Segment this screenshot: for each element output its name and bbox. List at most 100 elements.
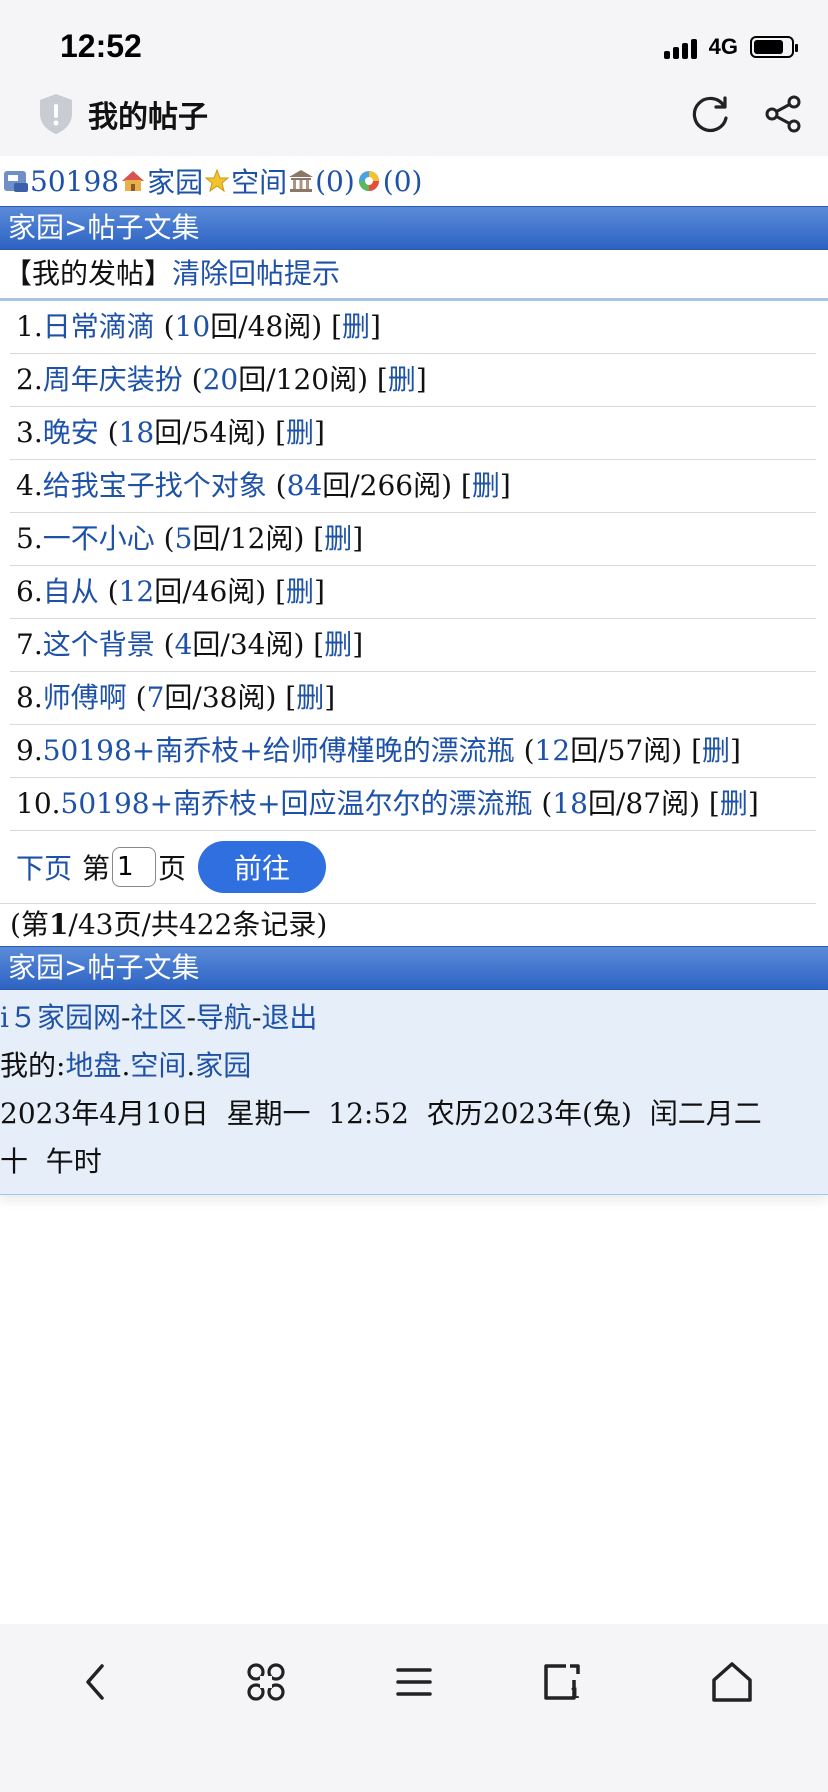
record-summary: (第1/43页/共422条记录) <box>0 904 828 946</box>
site-link[interactable]: i５家园网 <box>0 1001 121 1034</box>
post-reply-count[interactable]: 12 <box>119 575 155 608</box>
post-read-count: 回/38阅) <box>164 681 277 714</box>
post-row: 4.给我宝子找个对象 (84回/266阅) [删] <box>10 460 816 513</box>
post-title-link[interactable]: 50198+南乔枝+回应温尔尔的漂流瓶 <box>61 787 533 820</box>
post-reply-count[interactable]: 5 <box>175 522 193 555</box>
clear-reply-hint-link[interactable]: 清除回帖提示 <box>172 257 340 290</box>
post-row: 5.一不小心 (5回/12阅) [删] <box>10 513 816 566</box>
section-subtitle: 【我的发帖】清除回帖提示 <box>0 250 828 301</box>
post-row: 6.自从 (12回/46阅) [删] <box>10 566 816 619</box>
home-footer-link[interactable]: 家园 <box>195 1049 251 1082</box>
post-reply-count[interactable]: 10 <box>175 310 211 343</box>
delete-post-link[interactable]: 删 <box>286 575 314 608</box>
user-id-link[interactable]: 50198 <box>30 165 119 198</box>
post-number: 9. <box>16 734 43 767</box>
signal-icon <box>663 35 697 59</box>
post-row: 1.日常滴滴 (10回/48阅) [删] <box>10 301 816 354</box>
post-row: 9.50198+南乔枝+给师傅槿晚的漂流瓶 (12回/57阅) [删] <box>10 725 816 778</box>
delete-post-link[interactable]: 删 <box>720 787 748 820</box>
post-reply-count[interactable]: 4 <box>175 628 193 661</box>
post-title-link[interactable]: 50198+南乔枝+给师傅槿晚的漂流瓶 <box>43 734 515 767</box>
post-title-link[interactable]: 晚安 <box>43 416 99 449</box>
page-prefix: 第 <box>82 852 111 885</box>
community-link[interactable]: 社区 <box>130 1001 186 1034</box>
menu-icon[interactable] <box>386 1654 442 1710</box>
my-posts-label: 【我的发帖】 <box>4 257 173 290</box>
post-number: 5. <box>16 522 43 555</box>
post-reply-count[interactable]: 18 <box>552 787 588 820</box>
share-icon[interactable] <box>760 90 808 138</box>
apps-icon[interactable] <box>238 1654 294 1710</box>
delete-post-link[interactable]: 删 <box>702 734 730 767</box>
post-number: 3. <box>16 416 43 449</box>
post-title-link[interactable]: 日常滴滴 <box>43 310 155 343</box>
footer: i５家园网-社区-导航-退出 我的:地盘.空间.家园 2023年4月10日 星期… <box>0 990 828 1195</box>
logout-link[interactable]: 退出 <box>261 1001 317 1034</box>
space-link[interactable]: 空间 <box>231 161 287 201</box>
post-list: 1.日常滴滴 (10回/48阅) [删] 2.周年庆装扮 (20回/120阅) [… <box>0 301 828 831</box>
status-indicators: 4G <box>663 34 798 60</box>
footer-mine: 我的:地盘.空间.家园 <box>0 1049 252 1082</box>
post-read-count: 回/34阅) <box>192 628 305 661</box>
svg-text:1: 1 <box>570 1686 580 1702</box>
post-reply-count[interactable]: 12 <box>535 734 571 767</box>
status-time: 12:52 <box>60 28 142 64</box>
next-page-link[interactable]: 下页 <box>16 847 72 887</box>
post-number: 6. <box>16 575 43 608</box>
browser-nav-bar: 我的帖子 <box>0 72 828 156</box>
status-bar: 12:52 4G <box>0 0 828 72</box>
delete-post-link[interactable]: 删 <box>388 363 416 396</box>
page-number-input[interactable] <box>112 847 157 887</box>
space-footer-link[interactable]: 空间 <box>130 1049 186 1082</box>
back-icon[interactable] <box>68 1654 124 1710</box>
post-reply-count[interactable]: 84 <box>287 469 323 502</box>
post-number: 7. <box>16 628 43 661</box>
messages-count-link[interactable]: (0) <box>383 165 423 198</box>
post-read-count: 回/46阅) <box>154 575 267 608</box>
post-title-link[interactable]: 给我宝子找个对象 <box>43 469 267 502</box>
go-button[interactable]: 前往 <box>198 841 327 893</box>
date-line-1: 2023年4月10日 星期一 12:52 农历2023年(兔) 闰二月二 <box>0 1097 762 1130</box>
post-number: 8. <box>16 681 43 714</box>
post-reply-count[interactable]: 18 <box>119 416 155 449</box>
delete-post-link[interactable]: 删 <box>324 628 352 661</box>
page-suffix: 页 <box>158 852 187 885</box>
post-read-count: 回/12阅) <box>192 522 305 555</box>
post-title-link[interactable]: 一不小心 <box>43 522 155 555</box>
date-line-2: 十 午时 <box>0 1145 102 1178</box>
post-title-link[interactable]: 周年庆装扮 <box>43 363 183 396</box>
shield-icon <box>40 94 72 134</box>
post-read-count: 回/57阅) <box>570 734 683 767</box>
post-read-count: 回/266阅) <box>322 469 453 502</box>
home-link[interactable]: 家园 <box>147 161 203 201</box>
post-title-link[interactable]: 自从 <box>43 575 99 608</box>
post-reply-count[interactable]: 7 <box>147 681 165 714</box>
post-row: 8.师傅啊 (7回/38阅) [删] <box>10 672 816 725</box>
post-title-link[interactable]: 师傅啊 <box>43 681 127 714</box>
tabs-icon[interactable]: 1 <box>534 1654 590 1710</box>
post-read-count: 回/54阅) <box>154 416 267 449</box>
user-card-icon <box>4 171 28 192</box>
refresh-icon[interactable] <box>686 90 734 138</box>
post-title-link[interactable]: 这个背景 <box>43 628 155 661</box>
bank-count-link[interactable]: (0) <box>315 165 355 198</box>
delete-post-link[interactable]: 删 <box>342 310 370 343</box>
post-number: 1. <box>16 310 43 343</box>
post-number: 2. <box>16 363 43 396</box>
page-content: 50198 家园 空间 (0) (0) 家园>帖子文集 【我的发帖】清除回帖提示… <box>0 156 828 1195</box>
nav-link[interactable]: 导航 <box>196 1001 252 1034</box>
delete-post-link[interactable]: 删 <box>472 469 500 502</box>
delete-post-link[interactable]: 删 <box>324 522 352 555</box>
battery-icon <box>750 36 798 58</box>
land-link[interactable]: 地盘 <box>65 1049 121 1082</box>
page-title: 我的帖子 <box>88 100 208 135</box>
delete-post-link[interactable]: 删 <box>296 681 324 714</box>
post-row: 10.50198+南乔枝+回应温尔尔的漂流瓶 (18回/87阅) [删] <box>10 778 816 831</box>
delete-post-link[interactable]: 删 <box>286 416 314 449</box>
post-reply-count[interactable]: 20 <box>203 363 239 396</box>
post-row: 2.周年庆装扮 (20回/120阅) [删] <box>10 354 816 407</box>
browser-bottom-bar: 1 <box>0 1624 828 1792</box>
home-nav-icon[interactable] <box>704 1654 760 1710</box>
post-number: 10. <box>16 787 61 820</box>
colorwheel-icon <box>358 171 379 191</box>
